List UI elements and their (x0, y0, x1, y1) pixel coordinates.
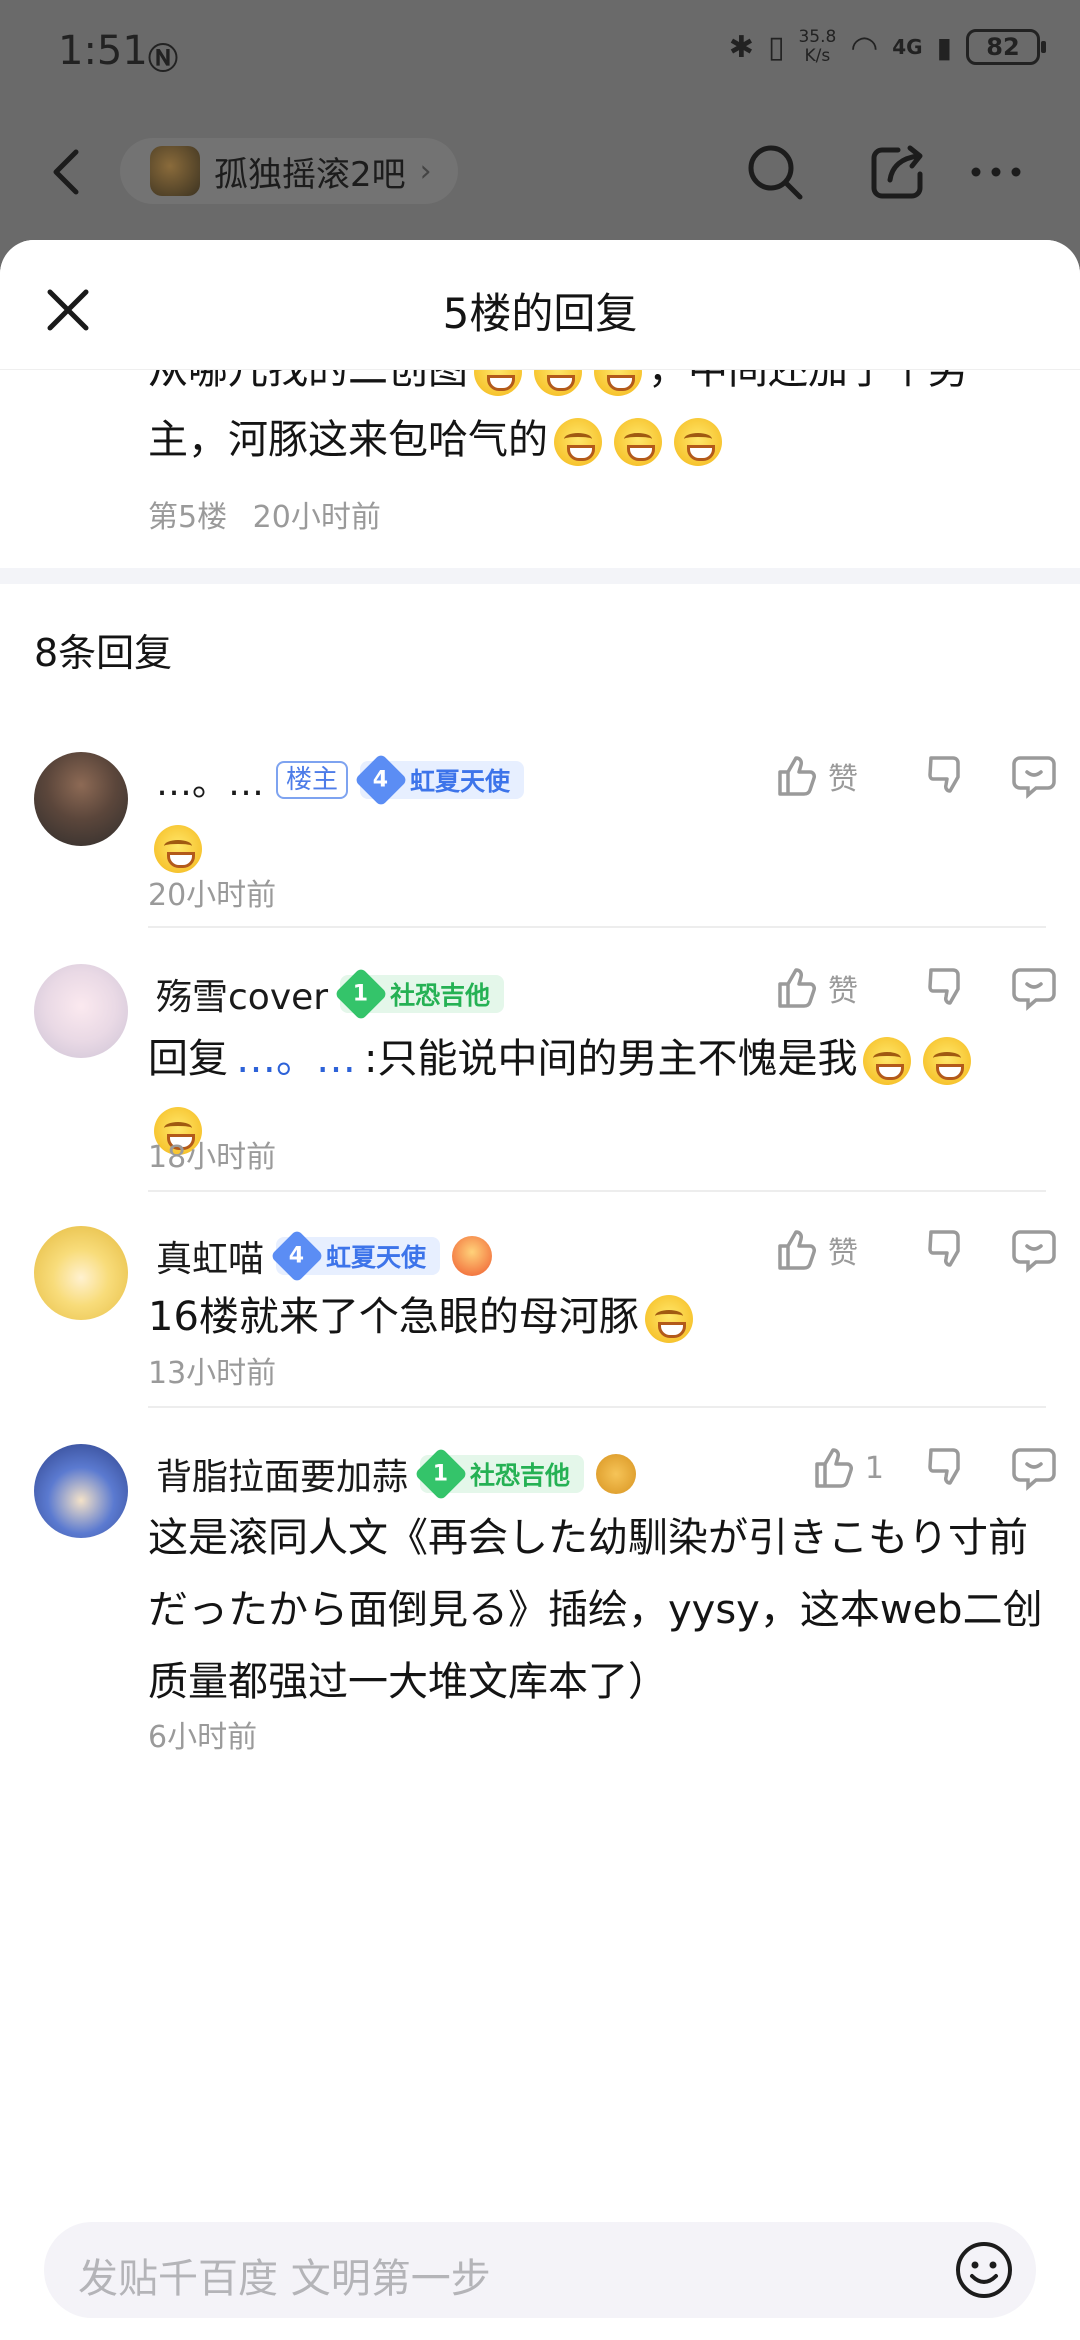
comment-icon (1012, 1448, 1056, 1491)
network-type: 4G (892, 35, 923, 59)
thumbs-up-icon (778, 1230, 816, 1270)
avatar[interactable] (34, 752, 128, 846)
level-badge: 1 社恐吉他 (414, 1447, 585, 1501)
reply-actions: 赞 (772, 964, 1058, 1012)
more-icon[interactable] (966, 142, 1026, 202)
dislike-button[interactable] (892, 752, 1002, 800)
level-badge: 4 虹夏天使 (270, 1229, 441, 1283)
reply-body (148, 812, 1048, 882)
back-arrow-icon[interactable] (42, 142, 92, 202)
status-time: 1:51 (58, 28, 148, 74)
dislike-button[interactable] (892, 1444, 1002, 1492)
floor-meta: 第5楼 20小时前 (148, 492, 397, 536)
like-button[interactable]: 赞 (772, 964, 892, 1012)
divider (148, 1190, 1046, 1192)
like-button[interactable]: 赞 (772, 1226, 892, 1274)
avatar[interactable] (34, 964, 128, 1058)
reply-sheet: 5楼的回复 从哪儿找的二创图 ，中间还加了个男 主，河豚这来包哈气的 第5楼 20… (0, 240, 1080, 2340)
status-right: ✱ ▯ 35.8 K/s ◠ 4G ▮ 82 (728, 27, 1046, 66)
reply-actions: 赞 (772, 752, 1058, 800)
thumbs-down-icon (928, 968, 960, 1005)
username[interactable]: …。… (156, 754, 264, 806)
thumbs-down-icon (928, 1448, 960, 1485)
like-button[interactable]: 1 (772, 1444, 892, 1492)
thumbs-down-icon (928, 756, 960, 793)
comment-icon (1012, 968, 1056, 1011)
user-row: 殇雪cover 1 社恐吉他 (156, 967, 505, 1021)
username[interactable]: 背脂拉面要加蒜 (156, 1448, 408, 1500)
chevron-right-icon: › (419, 153, 432, 189)
reply-actions: 赞 (772, 1226, 1058, 1274)
reply-time: 13小时前 (148, 1356, 277, 1391)
reply-count: 8条回复 (34, 631, 173, 675)
net-speed: 35.8 K/s (798, 27, 837, 66)
dislike-button[interactable] (892, 1226, 1002, 1274)
signal-icon: ▮ (936, 30, 952, 64)
floor-post: 从哪儿找的二创图 ，中间还加了个男 主，河豚这来包哈气的 (0, 335, 1080, 575)
username[interactable]: 真虹喵 (156, 1230, 264, 1282)
thumbs-up-icon (778, 756, 816, 796)
emoji-icon (923, 1037, 972, 1085)
comment-icon (1012, 1230, 1056, 1273)
comment-button[interactable] (1002, 752, 1058, 800)
thumbs-up-icon (778, 968, 816, 1008)
emoji-icon (863, 1037, 912, 1085)
divider (148, 926, 1046, 928)
op-badge: 楼主 (276, 761, 349, 799)
user-row: 背脂拉面要加蒜 1 社恐吉他 (156, 1447, 637, 1501)
username[interactable]: 殇雪cover (156, 968, 328, 1020)
comment-button[interactable] (1002, 1444, 1058, 1492)
floor-time: 20小时前 (252, 500, 381, 535)
dislike-button[interactable] (892, 964, 1002, 1012)
comment-input[interactable]: 发贴千百度 文明第一步 (44, 2222, 1036, 2318)
like-button[interactable]: 赞 (772, 752, 892, 800)
thumbs-up-icon (815, 1448, 853, 1488)
divider (148, 1406, 1046, 1408)
level-badge: 1 社恐吉他 (334, 967, 505, 1021)
emoji-picker-icon[interactable] (954, 2240, 1014, 2300)
reply-body: 16楼就来了个急眼的母河豚 (148, 1282, 1048, 1352)
emoji-icon (154, 825, 202, 873)
avatar[interactable] (34, 1444, 128, 1538)
comment-button[interactable] (1002, 1226, 1058, 1274)
reply-time: 20小时前 (148, 878, 277, 913)
forum-chip[interactable]: 孤独摇滚2吧 › (120, 138, 458, 204)
emoji-icon (614, 418, 662, 466)
status-bar: 1:51 Ⓝ ✱ ▯ 35.8 K/s ◠ 4G ▮ 82 (0, 0, 1080, 105)
emoji-icon (674, 418, 722, 466)
share-icon[interactable] (868, 142, 928, 202)
bottom-bar: 发贴千百度 文明第一步 (0, 2200, 1080, 2340)
user-row: 真虹喵 4 虹夏天使 (156, 1229, 493, 1283)
section-divider (0, 568, 1080, 584)
floor-label: 第5楼 (148, 500, 228, 535)
forum-name: 孤独摇滚2吧 (214, 154, 406, 195)
wifi-icon: ◠ (850, 28, 879, 66)
mention-link[interactable]: …。… (236, 1036, 356, 1082)
battery-icon: 82 (966, 29, 1046, 65)
forum-avatar (150, 146, 200, 196)
medal-icon (452, 1236, 493, 1276)
level-badge: 4 虹夏天使 (354, 753, 525, 807)
input-placeholder: 发贴千百度 文明第一步 (78, 2256, 491, 2302)
reply-time: 6小时前 (148, 1720, 258, 1755)
comment-button[interactable] (1002, 964, 1058, 1012)
top-nav: 孤独摇滚2吧 › (0, 120, 1080, 220)
search-icon[interactable] (745, 142, 805, 202)
sheet-header: 5楼的回复 (0, 240, 1080, 370)
reply-time: 18小时前 (148, 1140, 277, 1175)
emoji-icon (554, 418, 602, 466)
thumbs-down-icon (928, 1230, 960, 1267)
medal-icon (596, 1454, 637, 1494)
bluetooth-icon: ✱ (728, 29, 754, 65)
avatar[interactable] (34, 1226, 128, 1320)
reply-body: 回复…。…:只能说中间的男主不愧是我 (148, 1024, 1048, 1164)
reply-body: 这是滚同人文《再会した幼馴染が引きこもり寸前だったから面倒見る》插绘，yysy，… (148, 1515, 1043, 1705)
vibrate-icon: ▯ (767, 29, 785, 65)
nfc-icon: Ⓝ (148, 42, 178, 77)
reply-actions: 1 (772, 1444, 1058, 1492)
sheet-title: 5楼的回复 (442, 289, 638, 338)
comment-icon (1012, 756, 1056, 799)
emoji-icon (644, 1295, 693, 1343)
user-row: …。… 楼主 4 虹夏天使 (156, 753, 525, 807)
